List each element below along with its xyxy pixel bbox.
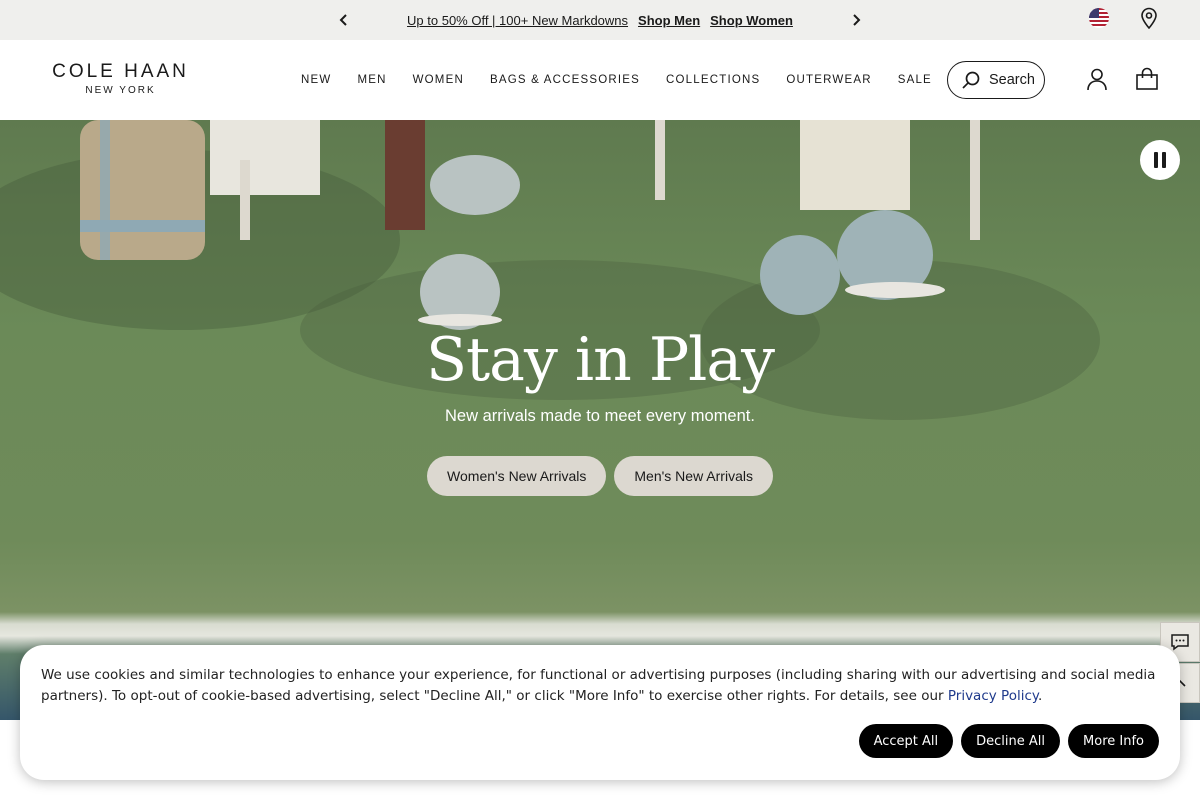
- pause-icon: [1154, 152, 1158, 168]
- brand-logo[interactable]: COLE HAAN NEW YORK: [48, 61, 193, 97]
- chat-icon: [1171, 634, 1189, 651]
- hero-cta-group: Women's New Arrivals Men's New Arrivals: [0, 456, 1200, 496]
- main-nav: NEW MEN WOMEN BAGS & ACCESSORIES COLLECT…: [288, 40, 945, 120]
- hero-subtitle: New arrivals made to meet every moment.: [445, 407, 755, 425]
- accept-all-button[interactable]: Accept All: [858, 724, 954, 758]
- chevron-right-icon: [853, 14, 861, 26]
- shop-women-link[interactable]: Shop Women: [710, 13, 793, 28]
- pause-video-button[interactable]: [1140, 140, 1180, 180]
- us-flag-icon[interactable]: [1089, 8, 1109, 28]
- search-label: Search: [989, 72, 1035, 88]
- cookie-actions: Accept All Decline All More Info: [858, 724, 1159, 758]
- nav-item-outerwear[interactable]: OUTERWEAR: [786, 74, 871, 86]
- decline-all-button[interactable]: Decline All: [961, 724, 1061, 758]
- logo-tagline: NEW YORK: [85, 85, 156, 96]
- cookie-message: We use cookies and similar technologies …: [41, 665, 1161, 707]
- more-info-button[interactable]: More Info: [1068, 724, 1159, 758]
- pause-icon-bar: [1162, 152, 1166, 168]
- hero-title: Stay in Play: [425, 325, 775, 395]
- promo-next-button[interactable]: [846, 10, 866, 30]
- nav-item-new[interactable]: NEW: [301, 74, 331, 86]
- nav-item-bags-accessories[interactable]: BAGS & ACCESSORIES: [490, 74, 640, 86]
- nav-item-collections[interactable]: COLLECTIONS: [666, 74, 760, 86]
- search-button[interactable]: Search: [947, 61, 1045, 99]
- cookie-text-end: .: [1037, 688, 1043, 704]
- mens-new-arrivals-button[interactable]: Men's New Arrivals: [614, 456, 773, 496]
- site-header: COLE HAAN NEW YORK NEW MEN WOMEN BAGS & …: [0, 40, 1200, 120]
- logo-wordmark: COLE HAAN: [52, 61, 189, 82]
- nav-item-men[interactable]: MEN: [357, 74, 386, 86]
- location-pin-icon[interactable]: [1139, 7, 1159, 30]
- promo-message: Up to 50% Off | 100+ New Markdowns Shop …: [0, 0, 1200, 40]
- shopping-bag-icon[interactable]: [1135, 67, 1159, 91]
- promo-text-link[interactable]: Up to 50% Off | 100+ New Markdowns: [407, 13, 628, 28]
- account-icon[interactable]: [1085, 67, 1109, 91]
- search-icon: [962, 71, 980, 89]
- nav-item-women[interactable]: WOMEN: [413, 74, 464, 86]
- promo-bar: Up to 50% Off | 100+ New Markdowns Shop …: [0, 0, 1200, 40]
- nav-item-sale[interactable]: SALE: [898, 74, 932, 86]
- hero-banner: Stay in Play New arrivals made to meet e…: [0, 120, 1200, 720]
- cookie-consent-banner: We use cookies and similar technologies …: [20, 645, 1180, 780]
- privacy-policy-link[interactable]: Privacy Policy: [948, 688, 1038, 704]
- womens-new-arrivals-button[interactable]: Women's New Arrivals: [427, 456, 607, 496]
- shop-men-link[interactable]: Shop Men: [638, 13, 700, 28]
